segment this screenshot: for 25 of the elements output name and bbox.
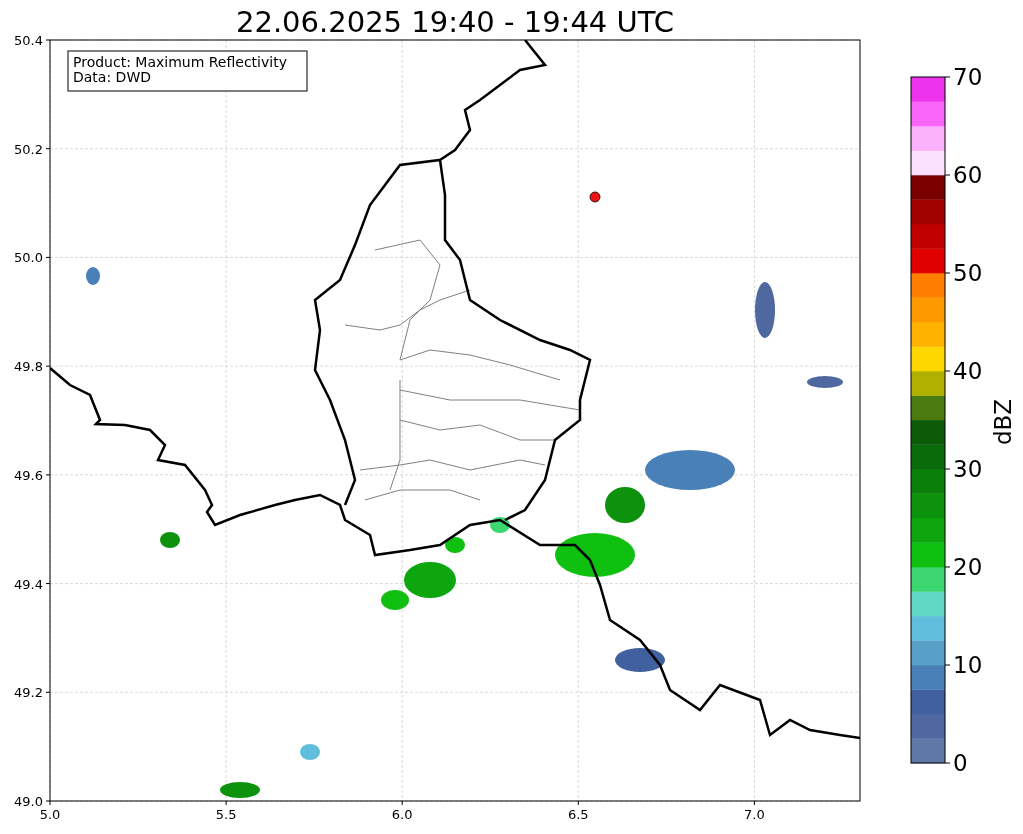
info-text: Product: Maximum Reflectivity	[73, 54, 287, 70]
y-tick-label: 49.8	[14, 359, 43, 375]
colorbar-tick-label: 70	[953, 64, 983, 90]
colorbar-tick-label: 50	[953, 260, 983, 286]
y-tick-label: 49.0	[14, 794, 43, 809]
colorbar-tick-label: 30	[953, 456, 983, 482]
y-tick-label: 50.2	[14, 141, 43, 157]
y-tick-label: 49.4	[14, 576, 43, 592]
colorbar-tick-label: 60	[953, 162, 983, 188]
y-tick-label: 50.0	[14, 250, 43, 266]
y-tick-label: 49.2	[14, 685, 43, 701]
colorbar-tick-label: 20	[953, 554, 983, 580]
x-tick-label: 6.5	[567, 807, 589, 822]
info-text: Data: DWD	[73, 69, 151, 85]
colorbar-tick-label: 10	[953, 652, 983, 678]
y-tick-label: 50.4	[14, 33, 43, 48]
chart-title: 22.06.2025 19:40 - 19:44 UTC	[236, 5, 674, 39]
x-tick-label: 5.5	[215, 807, 237, 822]
y-tick-label: 49.6	[14, 467, 43, 483]
colorbar-tick-label: 40	[953, 358, 983, 384]
colorbar-label: dBZ	[990, 398, 1016, 446]
x-tick-label: 7.0	[744, 807, 765, 822]
colorbar-tick-label: 0	[953, 750, 968, 776]
x-tick-label: 6.0	[391, 807, 413, 822]
x-tick-label: 5.0	[39, 807, 61, 822]
